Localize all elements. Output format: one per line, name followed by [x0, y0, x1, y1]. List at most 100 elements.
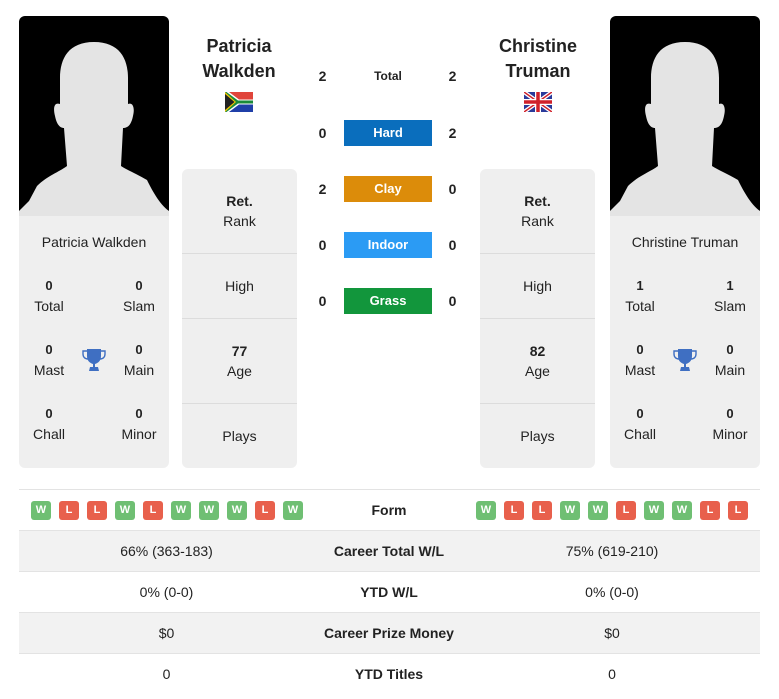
player1-main-titles: 0 Main [109, 340, 169, 380]
player1-mast-titles: 0 Mast [19, 340, 79, 380]
h2h-p1-value: 0 [318, 237, 327, 253]
form-win-badge[interactable]: W [283, 501, 303, 520]
form-win-badge[interactable]: W [644, 501, 664, 520]
player2-info-panel: Ret. Rank High 82 Age Plays [480, 169, 595, 468]
stat-value: 0 [45, 278, 53, 293]
stat-label: Mast [624, 362, 656, 378]
player2-main-titles: 0 Main [700, 340, 760, 380]
row-label: Career Total W/L [333, 543, 445, 559]
united-kingdom-flag-icon [524, 92, 552, 112]
player2-age: 82 Age [480, 341, 595, 381]
form-label: Form [371, 502, 407, 518]
stat-label: Chall [624, 426, 656, 442]
player1-high: High [225, 278, 254, 294]
form-loss-badge[interactable]: L [87, 501, 107, 520]
divider [480, 403, 595, 404]
form-loss-badge[interactable]: L [504, 501, 524, 520]
player1-total-titles: 0 Total [19, 276, 79, 316]
form-win-badge[interactable]: W [171, 501, 191, 520]
h2h-p2-value: 0 [448, 237, 457, 253]
table-row: 0 YTD Titles 0 [19, 653, 760, 694]
form-win-badge[interactable]: W [227, 501, 247, 520]
player2-total-titles: 1 Total [610, 276, 670, 316]
row-label: Career Prize Money [324, 625, 454, 641]
stat-label: Minor [712, 426, 748, 442]
player1-value: 66% (363-183) [120, 543, 213, 559]
stat-label: Chall [33, 426, 65, 442]
player2-mast-titles: 0 Mast [610, 340, 670, 380]
player2-slam-titles: 1 Slam [700, 276, 760, 316]
table-row: $0 Career Prize Money $0 [19, 612, 760, 653]
form-win-badge[interactable]: W [560, 501, 580, 520]
player1-value: 0% (0-0) [139, 584, 194, 600]
player1-form: WLLWLWWWLW [31, 501, 303, 520]
form-loss-badge[interactable]: L [532, 501, 552, 520]
stat-value: 0 [45, 406, 53, 421]
h2h-p2-value: 2 [448, 125, 457, 141]
stat-value: 0 [636, 406, 644, 421]
form-win-badge[interactable]: W [199, 501, 219, 520]
stat-label: Mast [33, 362, 65, 378]
silhouette-icon [610, 42, 760, 216]
row-label: YTD Titles [354, 666, 424, 682]
player1-age: 77 Age [182, 341, 297, 381]
player2-chall-titles: 0 Chall [610, 404, 670, 444]
table-row: 66% (363-183) Career Total W/L 75% (619-… [19, 530, 760, 571]
player1-rank: Ret. Rank [182, 191, 297, 231]
south-africa-flag-icon [225, 92, 253, 112]
form-loss-badge[interactable]: L [59, 501, 79, 520]
player2-last-name: Truman [505, 61, 571, 81]
player1-plays: Plays [222, 428, 257, 444]
divider [480, 318, 595, 319]
h2h-p2-value: 0 [448, 181, 457, 197]
age-value: 82 [529, 343, 546, 359]
form-win-badge[interactable]: W [476, 501, 496, 520]
surface-hard-badge[interactable]: Hard [344, 120, 432, 146]
stat-label: Main [714, 362, 746, 378]
age-label: Age [227, 363, 252, 379]
player2-name[interactable]: Christine Truman [463, 34, 613, 84]
form-win-badge[interactable]: W [31, 501, 51, 520]
h2h-p1-value: 0 [318, 125, 327, 141]
player1-photo [19, 16, 169, 216]
form-win-badge[interactable]: W [115, 501, 135, 520]
player2-form: WLLWWLWWLL [476, 501, 748, 520]
surface-indoor-badge[interactable]: Indoor [344, 232, 432, 258]
player2-rank: Ret. Rank [480, 191, 595, 231]
stat-value: 1 [726, 278, 734, 293]
player2-first-name: Christine [498, 36, 577, 56]
player1-card-name: Patricia Walkden [41, 234, 147, 250]
rank-label: Rank [223, 213, 256, 229]
h2h-clay-row: 2 Clay 0 [310, 176, 465, 202]
stat-value: 1 [636, 278, 644, 293]
player2-value: $0 [604, 625, 620, 641]
form-loss-badge[interactable]: L [616, 501, 636, 520]
h2h-p2-value: 2 [448, 68, 457, 84]
player2-value: 0 [608, 666, 616, 682]
form-row: WLLWLWWWLW Form WLLWWLWWLL [19, 489, 760, 530]
comparison-table: WLLWLWWWLW Form WLLWWLWWLL 66% (363-183)… [19, 489, 760, 694]
h2h-grass-row: 0 Grass 0 [310, 288, 465, 314]
surface-grass-badge[interactable]: Grass [344, 288, 432, 314]
age-value: 77 [231, 343, 248, 359]
h2h-p2-value: 0 [448, 293, 457, 309]
h2h-hard-row: 0 Hard 2 [310, 120, 465, 146]
player1-card: Patricia Walkden 0 Total 0 Slam 0 Mast 0 Mai… [19, 216, 169, 468]
player1-value: $0 [158, 625, 175, 641]
form-loss-badge[interactable]: L [728, 501, 748, 520]
player1-minor-titles: 0 Minor [109, 404, 169, 444]
player1-slam-titles: 0 Slam [109, 276, 169, 316]
form-loss-badge[interactable]: L [143, 501, 163, 520]
player1-name[interactable]: Patricia Walkden [164, 34, 314, 84]
player1-value: 0 [162, 666, 171, 682]
form-loss-badge[interactable]: L [255, 501, 275, 520]
rank-label: Rank [521, 213, 554, 229]
form-win-badge[interactable]: W [588, 501, 608, 520]
form-loss-badge[interactable]: L [700, 501, 720, 520]
form-win-badge[interactable]: W [672, 501, 692, 520]
surface-clay-badge[interactable]: Clay [344, 176, 432, 202]
player1-info-panel: Ret. Rank High 77 Age Plays [182, 169, 297, 468]
stat-label: Main [123, 362, 155, 378]
stat-label: Slam [123, 298, 155, 314]
row-label: YTD W/L [360, 584, 418, 600]
